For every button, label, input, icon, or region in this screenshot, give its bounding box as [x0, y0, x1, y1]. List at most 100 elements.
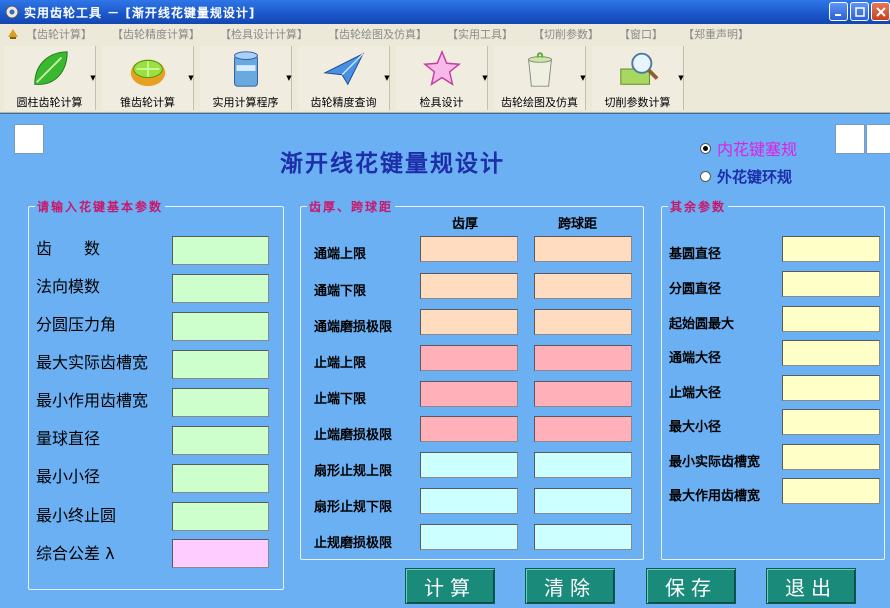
input-max-actual-space[interactable]: [172, 350, 269, 379]
menu-cutting[interactable]: 【切削参数】: [533, 26, 599, 42]
menu-gear-calc[interactable]: 【齿轮计算】: [26, 26, 92, 42]
tool-drawing-sim-dropdown[interactable]: ▼: [578, 46, 588, 110]
small-white-box-right-1[interactable]: [835, 124, 865, 154]
tool-utility-calc-button[interactable]: 实用计算程序: [200, 46, 292, 110]
tool-gauge-design-dropdown[interactable]: ▼: [480, 46, 490, 110]
label-nogo-gauge-wear: 止规磨损极限: [314, 536, 393, 551]
input-sector-lower-ball[interactable]: [534, 488, 632, 514]
input-min-actual-space[interactable]: [782, 444, 880, 470]
label-start-circle-max: 起始圆最大: [669, 317, 735, 332]
minimize-button[interactable]: [829, 2, 848, 21]
close-icon: [875, 6, 886, 17]
input-pitch-diameter[interactable]: [782, 271, 880, 297]
radio-external-ring-gauge[interactable]: 外花键环规: [700, 166, 792, 187]
input-min-termination-circle[interactable]: [172, 502, 269, 531]
input-base-diameter[interactable]: [782, 236, 880, 262]
radio-internal-plug-gauge[interactable]: 内花键塞规: [700, 136, 797, 160]
tool-precision-query-button[interactable]: 齿轮精度查询: [298, 46, 390, 110]
clear-button[interactable]: 清除: [525, 568, 615, 604]
label-nogo-lower: 止端下限: [314, 392, 367, 407]
toolbar: 圆柱齿轮计算 ▼ 锥齿轮计算 ▼ 实用计算程序 ▼ 齿轮精度查询 ▼ 检具设计: [0, 43, 890, 113]
tool-bevel-gear-dropdown[interactable]: ▼: [186, 46, 196, 110]
input-go-upper-thickness[interactable]: [420, 236, 518, 262]
tool-gauge-design-button[interactable]: 检具设计: [396, 46, 488, 110]
label-base-diameter: 基圆直径: [669, 247, 722, 262]
input-go-wear-ball[interactable]: [534, 309, 632, 335]
tool-spur-gear-dropdown[interactable]: ▼: [88, 46, 98, 110]
input-max-minor-diameter[interactable]: [782, 409, 880, 435]
label-pressure-angle: 分圆压力角: [36, 315, 117, 334]
input-total-tolerance[interactable]: [172, 539, 269, 568]
paper-plane-icon: [322, 52, 364, 86]
cup-icon: [527, 52, 552, 87]
input-min-effective-space[interactable]: [172, 388, 269, 417]
maximize-button[interactable]: [850, 2, 869, 21]
input-go-upper-ball[interactable]: [534, 236, 632, 262]
input-nogo-major-diameter[interactable]: [782, 375, 880, 401]
small-white-box-left[interactable]: [14, 124, 44, 154]
tool-drawing-sim-button[interactable]: 齿轮绘图及仿真: [494, 46, 586, 110]
input-sector-upper-ball[interactable]: [534, 452, 632, 478]
input-nogo-lower-ball[interactable]: [534, 381, 632, 407]
label-ball-diameter: 量球直径: [36, 429, 101, 448]
label-sector-lower: 扇形止规下限: [314, 500, 393, 515]
input-go-lower-ball[interactable]: [534, 273, 632, 299]
green-leaf-icon: [33, 51, 68, 85]
label-teeth: 齿 数: [36, 239, 101, 258]
title-bar: 实用齿轮工具 － [渐开线花键量规设计]: [0, 0, 890, 24]
label-min-actual-space: 最小实际齿槽宽: [669, 455, 761, 470]
menu-gauge-design[interactable]: 【检具设计计算】: [220, 26, 308, 42]
label-max-minor-diameter: 最大小径: [669, 420, 722, 435]
input-nogo-upper-thickness[interactable]: [420, 345, 518, 371]
input-go-major-diameter[interactable]: [782, 340, 880, 366]
menu-drawing-sim[interactable]: 【齿轮绘图及仿真】: [328, 26, 427, 42]
menu-bar: 【齿轮计算】 【齿轮精度计算】 【检具设计计算】 【齿轮绘图及仿真】 【实用工具…: [0, 24, 890, 43]
input-ball-diameter[interactable]: [172, 426, 269, 455]
input-go-wear-thickness[interactable]: [420, 309, 518, 335]
main-form: 渐开线花键量规设计 内花键塞规 外花键环规 请输入花键基本参数 齿 数 法向模数…: [0, 114, 890, 608]
label-nogo-upper: 止端上限: [314, 356, 367, 371]
input-nogo-gauge-wear-thickness[interactable]: [420, 524, 518, 550]
input-go-lower-thickness[interactable]: [420, 273, 518, 299]
label-go-wear: 通端磨损极限: [314, 320, 393, 335]
close-button[interactable]: [871, 2, 890, 21]
input-sector-upper-thickness[interactable]: [420, 452, 518, 478]
label-go-lower: 通端下限: [314, 284, 367, 299]
tool-cutting-params-dropdown[interactable]: ▼: [676, 46, 686, 110]
small-white-box-right-2[interactable]: [866, 124, 890, 154]
label-normal-module: 法向模数: [36, 277, 101, 296]
calculate-button[interactable]: 计算: [405, 568, 495, 604]
app-gear-icon: [5, 5, 19, 19]
input-sector-lower-thickness[interactable]: [420, 488, 518, 514]
tool-utility-calc-dropdown[interactable]: ▼: [284, 46, 294, 110]
tool-spur-gear-button[interactable]: 圆柱齿轮计算: [4, 46, 96, 110]
input-nogo-lower-thickness[interactable]: [420, 381, 518, 407]
tool-precision-query-dropdown[interactable]: ▼: [382, 46, 392, 110]
label-pitch-diameter: 分圆直径: [669, 282, 722, 297]
input-start-circle-max[interactable]: [782, 306, 880, 332]
exit-button[interactable]: 退出: [766, 568, 856, 604]
input-nogo-gauge-wear-ball[interactable]: [534, 524, 632, 550]
tool-cutting-params-button[interactable]: 切削参数计算: [592, 46, 684, 110]
menu-window[interactable]: 【窗口】: [619, 26, 663, 42]
menu-statement[interactable]: 【郑重声明】: [683, 26, 749, 42]
basic-params-title: 请输入花键基本参数: [35, 198, 166, 215]
input-nogo-wear-ball[interactable]: [534, 416, 632, 442]
input-nogo-upper-ball[interactable]: [534, 345, 632, 371]
star-icon: [422, 49, 461, 86]
input-nogo-wear-thickness[interactable]: [420, 416, 518, 442]
lime-fruit-icon: [130, 59, 165, 87]
label-min-minor-diameter: 最小小径: [36, 467, 101, 486]
menu-tools[interactable]: 【实用工具】: [447, 26, 513, 42]
input-teeth[interactable]: [172, 236, 269, 265]
label-go-major-diameter: 通端大径: [669, 351, 722, 366]
tool-bevel-gear-button[interactable]: 锥齿轮计算: [102, 46, 194, 110]
menu-precision-calc[interactable]: 【齿轮精度计算】: [112, 26, 200, 42]
input-pressure-angle[interactable]: [172, 312, 269, 341]
label-go-upper: 通端上限: [314, 247, 367, 262]
save-button[interactable]: 保存: [646, 568, 736, 604]
input-max-effective-space[interactable]: [782, 478, 880, 504]
page-title: 渐开线花键量规设计: [280, 151, 505, 177]
input-min-minor-diameter[interactable]: [172, 464, 269, 493]
input-normal-module[interactable]: [172, 274, 269, 303]
